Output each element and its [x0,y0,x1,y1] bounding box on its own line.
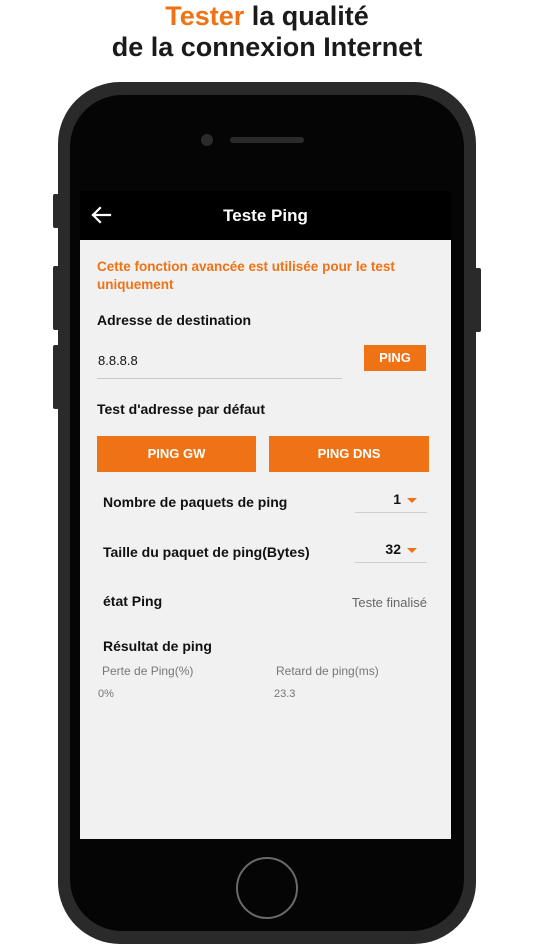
ping-button[interactable]: PING [364,345,426,371]
packet-count-label: Nombre de paquets de ping [103,494,288,510]
headline-accent: Tester [165,1,245,31]
ping-state-value: Teste finalisé [351,595,427,610]
delay-value: 23.3 [274,688,296,700]
headline-line-1: Tester la qualité [0,0,534,32]
delay-column-header: Retard de ping(ms) [276,664,379,678]
headline-line-2: de la connexion Internet [111,32,423,62]
packet-count-select[interactable]: 1 [355,489,427,513]
destination-label: Adresse de destination [97,312,252,328]
dropdown-caret-icon [407,498,417,503]
ping-dns-button[interactable]: PING DNS [269,436,429,472]
phone-side-button-volume-up [53,266,59,330]
app-screen: Teste Ping Cette fonction avancée est ut… [80,191,451,839]
page-title: Teste Ping [223,206,308,225]
phone-side-button-power [475,268,481,332]
headline-rest: la qualité [244,1,369,31]
loss-value: 0% [98,688,114,700]
home-button[interactable] [236,857,298,919]
app-bar: Teste Ping [80,191,451,240]
destination-input[interactable] [97,343,342,379]
default-test-label: Test d'adresse par défaut [97,401,266,417]
ping-result-label: Résultat de ping [103,638,212,654]
ping-state-label: état Ping [103,593,163,609]
packet-size-select[interactable]: 32 [355,539,427,563]
camera-icon [201,134,213,146]
loss-column-header: Perte de Ping(%) [102,664,194,678]
dropdown-caret-icon [407,548,417,553]
phone-side-button-mute [53,194,59,228]
packet-size-value: 32 [385,541,401,557]
advanced-notice: Cette fonction avancée est utilisée pour… [97,259,395,292]
ping-gw-button[interactable]: PING GW [97,436,256,472]
phone-side-button-volume-down [53,345,59,409]
packet-count-value: 1 [393,491,401,507]
speaker-grille [230,137,304,143]
packet-size-label: Taille du paquet de ping(Bytes) [103,544,310,560]
